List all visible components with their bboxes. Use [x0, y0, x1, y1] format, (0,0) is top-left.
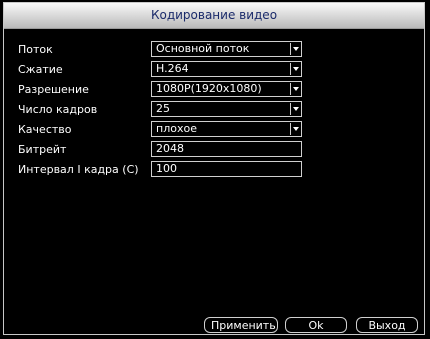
i-frame-interval-label: Интервал I кадра (С)	[18, 163, 139, 176]
compression-label: Сжатие	[18, 63, 63, 76]
resolution-label: Разрешение	[18, 83, 89, 96]
resolution-value: 1080P(1920x1080)	[156, 82, 262, 95]
row-frame-rate: Число кадров 25	[4, 101, 424, 119]
row-bitrate: Битрейт 2048	[4, 141, 424, 159]
frame-rate-value: 25	[156, 102, 170, 115]
row-compression: Сжатие H.264	[4, 61, 424, 79]
video-encoding-dialog: Кодирование видео Поток Основной поток С…	[3, 2, 425, 335]
compression-select[interactable]: H.264	[151, 61, 302, 77]
row-quality: Качество плохое	[4, 121, 424, 139]
dialog-title: Кодирование видео	[150, 8, 278, 22]
quality-value: плохое	[156, 122, 197, 135]
chevron-down-icon[interactable]	[290, 63, 300, 75]
row-stream: Поток Основной поток	[4, 41, 424, 59]
i-frame-interval-input[interactable]: 100	[151, 161, 302, 177]
stream-select[interactable]: Основной поток	[151, 41, 302, 57]
chevron-down-icon[interactable]	[290, 83, 300, 95]
exit-button[interactable]: Выход	[356, 317, 418, 333]
apply-button[interactable]: Применить	[204, 317, 278, 333]
stream-label: Поток	[18, 43, 53, 56]
bitrate-input[interactable]: 2048	[151, 141, 302, 157]
quality-label: Качество	[18, 123, 72, 136]
ok-button[interactable]: Ok	[285, 317, 347, 333]
frame-rate-label: Число кадров	[18, 103, 98, 116]
chevron-down-icon[interactable]	[290, 43, 300, 55]
chevron-down-icon[interactable]	[290, 103, 300, 115]
chevron-down-icon[interactable]	[290, 123, 300, 135]
frame-rate-select[interactable]: 25	[151, 101, 302, 117]
resolution-select[interactable]: 1080P(1920x1080)	[151, 81, 302, 97]
stream-value: Основной поток	[156, 42, 250, 55]
bitrate-label: Битрейт	[18, 143, 67, 156]
dialog-titlebar: Кодирование видео	[4, 3, 424, 29]
quality-select[interactable]: плохое	[151, 121, 302, 137]
row-i-frame-interval: Интервал I кадра (С) 100	[4, 161, 424, 179]
row-resolution: Разрешение 1080P(1920x1080)	[4, 81, 424, 99]
compression-value: H.264	[156, 62, 189, 75]
